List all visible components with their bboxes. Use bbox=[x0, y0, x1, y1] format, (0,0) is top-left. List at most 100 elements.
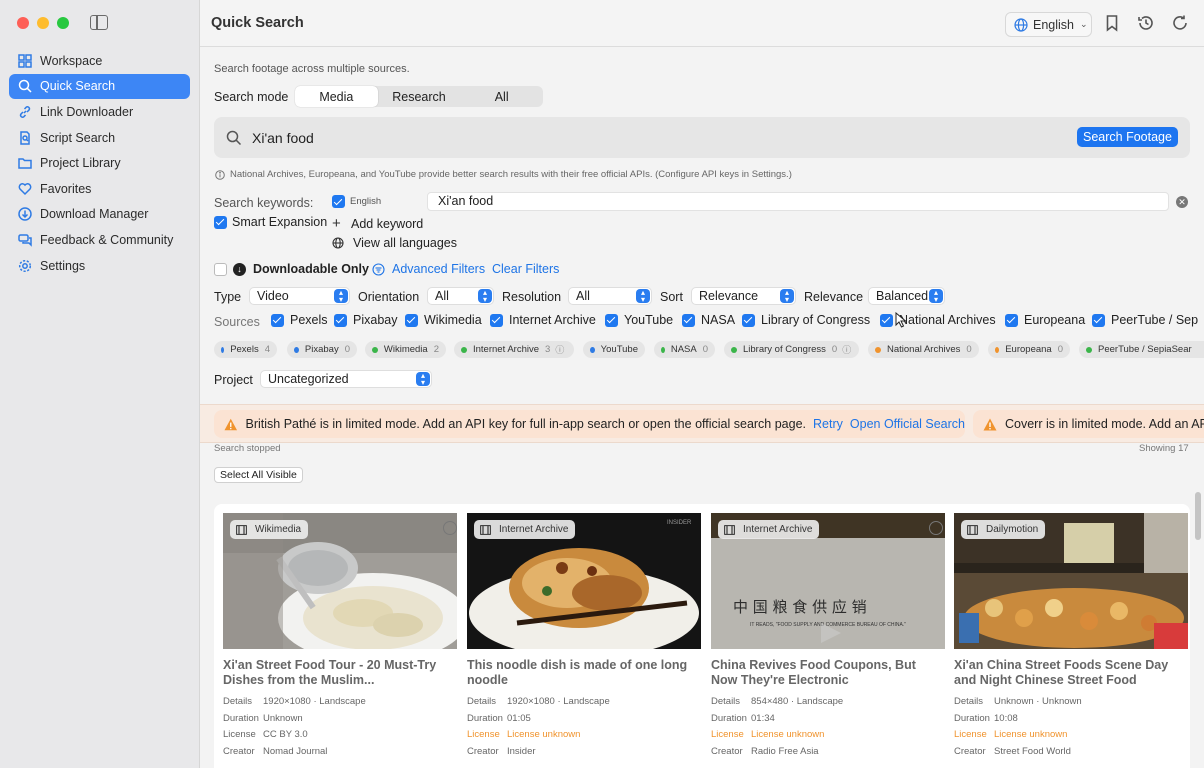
source-library-of-congress[interactable]: Library of Congress bbox=[742, 313, 870, 327]
sidebar-item-workspace[interactable]: Workspace bbox=[9, 48, 190, 74]
source-youtube[interactable]: YouTube bbox=[605, 313, 673, 327]
source-nasa[interactable]: NASA bbox=[682, 313, 735, 327]
source-pixabay[interactable]: Pixabay bbox=[334, 313, 397, 327]
british-pathe-warning: British Pathé is in limited mode. Add an… bbox=[214, 410, 965, 438]
meta-creator: Nomad Journal bbox=[263, 745, 328, 757]
result-card[interactable]: INSIDER Internet Archive This noodle dis… bbox=[467, 513, 701, 760]
source-europeana[interactable]: Europeana bbox=[1005, 313, 1085, 327]
retry-link[interactable]: Retry bbox=[813, 417, 843, 431]
page-subtitle: Search footage across multiple sources. bbox=[214, 63, 410, 75]
sidebar-item-script-search[interactable]: Script Search bbox=[9, 125, 190, 151]
select-circle[interactable] bbox=[443, 521, 457, 535]
clear-keyword-icon[interactable]: ✕ bbox=[1176, 196, 1188, 208]
source-internet-archive[interactable]: Internet Archive bbox=[490, 313, 596, 327]
resolution-value: All bbox=[576, 289, 590, 303]
search-footage-button[interactable]: Search Footage bbox=[1077, 127, 1178, 147]
orientation-select[interactable]: All ▴ ▾ bbox=[427, 287, 494, 305]
source-chip[interactable]: Library of Congress 0 ⓘ bbox=[724, 341, 859, 358]
chat-icon bbox=[18, 233, 32, 247]
meta-key: License bbox=[467, 729, 500, 740]
select-all-visible-button[interactable]: Select All Visible bbox=[214, 467, 303, 483]
meta-key: Duration bbox=[223, 712, 259, 724]
source-label: Wikimedia bbox=[424, 313, 482, 327]
search-input[interactable]: Xi'an food bbox=[252, 130, 314, 146]
source-chip[interactable]: YouTube bbox=[583, 341, 645, 358]
source-wikimedia[interactable]: Wikimedia bbox=[405, 313, 482, 327]
source-chip[interactable]: Pexels 4 bbox=[214, 341, 277, 358]
meta-key: License bbox=[954, 729, 987, 740]
type-select[interactable]: Video ▴ ▾ bbox=[249, 287, 350, 305]
english-checkbox[interactable]: English bbox=[332, 195, 381, 208]
result-meta: Details 1920×1080 · Landscape Duration Unk… bbox=[223, 694, 457, 760]
add-keyword-label: Add keyword bbox=[351, 217, 424, 231]
bookmark-icon[interactable] bbox=[1103, 14, 1121, 32]
result-card[interactable]: 中 国 粮 食 供 应 销 IT READS, "FOOD SUPPLY AND… bbox=[711, 513, 945, 760]
open-official-search-link[interactable]: Open Official Search bbox=[850, 417, 965, 431]
downloadable-only-checkbox[interactable]: ↓ Downloadable Only bbox=[214, 262, 369, 276]
status-dot bbox=[590, 346, 595, 353]
updown-chevron-icon: ▴ ▾ bbox=[636, 289, 650, 304]
sidebar-toggle-icon[interactable] bbox=[90, 15, 108, 30]
source-chip[interactable]: Wikimedia 2 bbox=[365, 341, 446, 358]
mode-media[interactable]: Media bbox=[295, 86, 378, 107]
source-chip[interactable]: National Archives 0 bbox=[868, 341, 979, 358]
meta-key: Creator bbox=[223, 745, 255, 757]
filter-icon bbox=[372, 262, 385, 276]
sidebar-item-download-manager[interactable]: Download Manager bbox=[9, 202, 190, 228]
smart-expansion-checkbox[interactable]: Smart Expansion bbox=[214, 215, 327, 229]
resolution-label: Resolution bbox=[502, 290, 562, 304]
mode-all[interactable]: All bbox=[460, 86, 543, 107]
api-note: National Archives, Europeana, and YouTub… bbox=[230, 169, 792, 180]
refresh-icon[interactable] bbox=[1171, 14, 1189, 32]
source-chip[interactable]: Internet Archive 3 ⓘ bbox=[454, 341, 574, 358]
source-chip[interactable]: PeerTube / SepiaSear bbox=[1079, 341, 1204, 358]
checkbox-checked bbox=[605, 313, 618, 327]
chip-name: Library of Congress bbox=[743, 344, 826, 355]
chip-name: Wikimedia bbox=[383, 344, 428, 355]
mode-research[interactable]: Research bbox=[378, 86, 461, 107]
sidebar-item-favorites[interactable]: Favorites bbox=[9, 176, 190, 202]
sidebar-item-feedback[interactable]: Feedback & Community bbox=[9, 227, 190, 253]
chip-count: 0 bbox=[702, 344, 708, 355]
scrollbar[interactable] bbox=[1195, 492, 1201, 540]
sort-select[interactable]: Relevance ▴ ▾ bbox=[691, 287, 796, 305]
status-dot bbox=[995, 346, 1000, 353]
view-all-languages-button[interactable]: View all languages bbox=[332, 236, 457, 250]
film-icon bbox=[724, 524, 735, 535]
clear-filters-link[interactable]: Clear Filters bbox=[492, 262, 559, 276]
source-pexels[interactable]: Pexels bbox=[271, 313, 328, 327]
result-meta: Details 1920×1080 · Landscape Duration 01:… bbox=[467, 694, 701, 760]
source-peertube[interactable]: PeerTube / Sep bbox=[1092, 313, 1198, 327]
result-card[interactable]: Wikimedia Xi'an Street Food Tour - 20 Mu… bbox=[223, 513, 457, 760]
source-chip[interactable]: Europeana 0 bbox=[988, 341, 1070, 358]
keyword-field[interactable]: Xi'an food bbox=[427, 192, 1169, 211]
type-label: Type bbox=[214, 290, 242, 304]
globe-icon bbox=[1014, 17, 1028, 32]
minimize-window-button[interactable] bbox=[37, 17, 49, 29]
project-select[interactable]: Uncategorized ▴ ▾ bbox=[260, 370, 432, 388]
meta-key: Duration bbox=[954, 712, 990, 724]
zoom-window-button[interactable] bbox=[57, 17, 69, 29]
search-box[interactable]: Xi'an food Search Footage bbox=[214, 117, 1190, 158]
sidebar-item-quick-search[interactable]: Quick Search bbox=[9, 73, 190, 100]
smart-expansion-label: Smart Expansion bbox=[232, 215, 328, 229]
sidebar-item-project-library[interactable]: Project Library bbox=[9, 150, 190, 176]
source-chip[interactable]: Pixabay 0 bbox=[287, 341, 357, 358]
sidebar-item-label: Feedback & Community bbox=[40, 232, 174, 247]
advanced-filters-button[interactable]: Advanced Filters bbox=[372, 262, 485, 276]
language-select[interactable]: English ⌄ bbox=[1005, 12, 1092, 37]
source-chip[interactable]: NASA 0 bbox=[654, 341, 715, 358]
add-keyword-button[interactable]: + Add keyword bbox=[332, 216, 424, 231]
window-controls bbox=[17, 17, 69, 29]
meta-key: Creator bbox=[711, 745, 743, 757]
resolution-select[interactable]: All ▴ ▾ bbox=[568, 287, 652, 305]
result-card[interactable]: Dailymotion Xi'an China Street Foods Sce… bbox=[954, 513, 1188, 760]
relevance-select[interactable]: Balanced ▴ ▾ bbox=[868, 287, 945, 305]
select-circle[interactable] bbox=[929, 521, 943, 535]
sidebar-item-settings[interactable]: Settings bbox=[9, 253, 190, 279]
history-icon[interactable] bbox=[1137, 14, 1155, 32]
close-window-button[interactable] bbox=[17, 17, 29, 29]
status-dot bbox=[731, 346, 737, 353]
checkbox-checked bbox=[334, 313, 347, 327]
sidebar-item-link-downloader[interactable]: Link Downloader bbox=[9, 99, 190, 125]
